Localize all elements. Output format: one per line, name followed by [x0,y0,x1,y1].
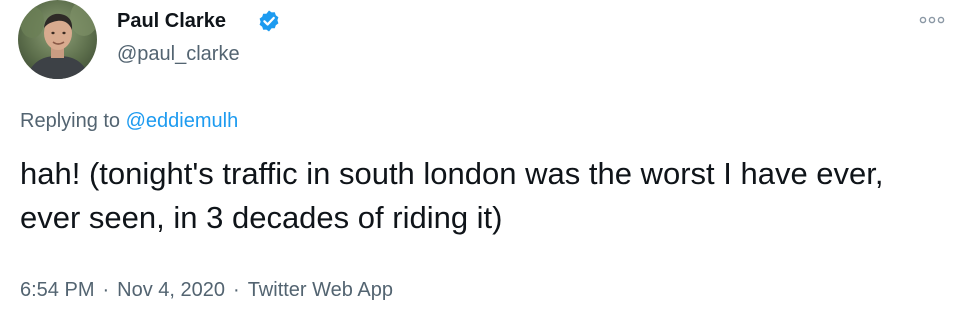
tweet-text: hah! (tonight's traffic in south london … [20,156,884,235]
avatar[interactable] [18,0,97,79]
author-handle[interactable]: @paul_clarke [117,41,240,67]
reply-mention-link[interactable]: @eddiemulh [126,110,239,132]
tweet-date[interactable]: Nov 4, 2020 [117,279,225,301]
tweet-source[interactable]: Twitter Web App [248,279,393,301]
avatar-photo [18,0,97,79]
reply-context: Replying to @eddiemulh [20,107,238,135]
meta-separator: · [233,279,240,301]
author-display-name[interactable]: Paul Clarke [117,8,226,34]
tweet-meta: 6:54 PM · Nov 4, 2020 · Twitter Web App [20,276,393,304]
more-options-icon[interactable] [917,10,947,30]
verified-badge-icon [259,10,279,32]
tweet-time[interactable]: 6:54 PM [20,279,94,301]
reply-context-prefix: Replying to [20,110,121,132]
meta-separator: · [102,279,110,301]
